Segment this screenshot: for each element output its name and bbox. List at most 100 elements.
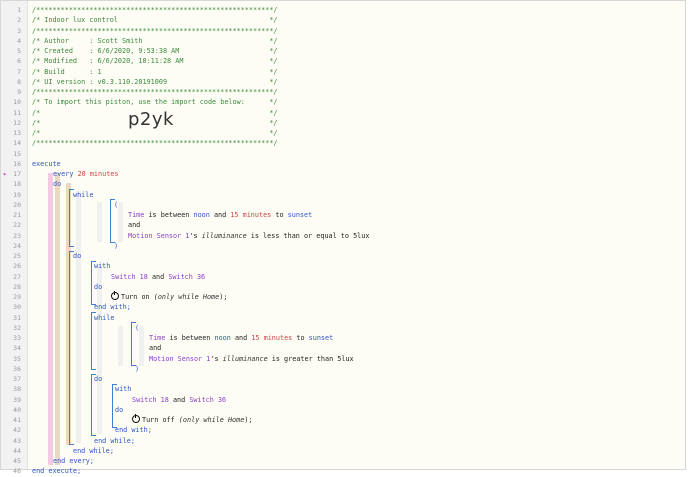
- and-word: and: [172, 395, 186, 404]
- line-number: 43: [13, 436, 21, 445]
- line-number: 41: [13, 416, 21, 424]
- attribute-name: illuminance: [222, 354, 268, 363]
- and-operator: and: [128, 221, 141, 230]
- line-number: 15: [13, 149, 21, 158]
- line-number: 37: [13, 375, 21, 383]
- with-line[interactable]: with: [32, 384, 685, 394]
- line-number: 27: [13, 272, 21, 281]
- line-number: 18: [13, 180, 21, 189]
- while-line[interactable]: while: [32, 313, 685, 323]
- do-line[interactable]: do: [32, 251, 685, 261]
- only-while: (only while: [153, 293, 199, 301]
- execute-line[interactable]: execute: [32, 159, 685, 169]
- offset-unit: minutes: [263, 334, 293, 342]
- line-number: 4: [17, 36, 21, 45]
- line-number: 40: [13, 405, 21, 414]
- device-list[interactable]: Switch 18 and Switch 36: [32, 272, 685, 282]
- breakpoint-marker-icon[interactable]: ▸: [3, 169, 7, 179]
- while-keyword: while: [73, 190, 94, 199]
- line-number: 38: [13, 385, 21, 394]
- piston-editor: 1 2 3 4 5 6 7 8 9 10 11 12 13 14 15 16 ▸ 17 18 19 20 21 22 23 24…: [0, 0, 686, 475]
- with-line[interactable]: with: [32, 261, 685, 271]
- open-paren-line: (: [32, 323, 685, 333]
- open-paren: (: [114, 200, 119, 209]
- line-number: 16: [13, 159, 21, 168]
- device-list[interactable]: Switch 18 and Switch 36: [32, 395, 685, 405]
- comparison: is between: [169, 334, 211, 342]
- noon-value: noon: [214, 334, 231, 342]
- device-switch-18: Switch 18: [132, 395, 169, 404]
- comment-line: /* Indoor lux control */: [32, 16, 278, 25]
- sunset-value: sunset: [287, 211, 313, 219]
- condition-lux[interactable]: Motion Sensor 1's illuminance is less th…: [32, 231, 685, 241]
- to-word: to: [296, 334, 305, 342]
- end-with-line[interactable]: end with;: [32, 302, 685, 312]
- close-paren: ): [114, 241, 119, 250]
- comment-line: /***************************************…: [32, 26, 278, 35]
- line-number: 24: [13, 241, 21, 250]
- comment-line: /***************************************…: [32, 6, 278, 14]
- line-number: 6: [17, 57, 21, 66]
- offset-value: 15: [251, 334, 260, 342]
- end-while-keyword: end while;: [73, 446, 114, 455]
- line-number: 11: [13, 108, 21, 117]
- every-keyword: every: [53, 170, 74, 178]
- while-line[interactable]: while: [32, 190, 685, 200]
- comment-line: /* UI version : v0.3.110.20191009 */: [32, 77, 278, 86]
- line-number: 30: [13, 303, 21, 312]
- line-number: 42: [13, 426, 21, 435]
- with-keyword: with: [94, 262, 111, 271]
- line-number: 36: [13, 364, 21, 373]
- line-number-gutter: 1 2 3 4 5 6 7 8 9 10 11 12 13 14 15 16 ▸ 17 18 19 20 21 22 23 24…: [1, 1, 28, 475]
- comment-line: /* To import this piston, use the import…: [32, 98, 278, 107]
- comment-line: /* Created : 6/6/2020, 9:53:38 AM */: [32, 47, 278, 55]
- do-line[interactable]: do: [32, 405, 685, 415]
- and-operator: and: [149, 344, 162, 353]
- terminator: );: [244, 416, 253, 424]
- device-switch-36: Switch 36: [189, 395, 227, 404]
- end-execute-line[interactable]: end execute;: [32, 466, 685, 476]
- turn-off-command[interactable]: Turn off (only while Home);: [32, 414, 685, 425]
- mode-name: Home: [202, 293, 220, 301]
- line-number: 32: [13, 323, 21, 332]
- end-with-line[interactable]: end with;: [32, 425, 685, 435]
- lux-value: 5lux: [337, 354, 354, 363]
- and-line[interactable]: and: [32, 343, 685, 353]
- line-number: 1: [17, 6, 21, 14]
- while-keyword: while: [94, 313, 115, 322]
- possessive: 's: [189, 231, 198, 240]
- sunset-value: sunset: [308, 334, 334, 342]
- end-while-line[interactable]: end while;: [32, 446, 685, 456]
- offset-value: 15: [230, 211, 239, 219]
- condition-lux[interactable]: Motion Sensor 1's illuminance is greater…: [32, 354, 685, 364]
- end-with-keyword: end with;: [94, 303, 131, 312]
- close-paren-line: ): [32, 241, 685, 251]
- every-line[interactable]: every 20 minutes: [32, 169, 685, 179]
- device-switch-36: Switch 36: [168, 272, 206, 281]
- turn-on-command[interactable]: Turn on (only while Home);: [32, 291, 685, 302]
- device-name: Motion Sensor 1: [128, 231, 190, 240]
- and-line[interactable]: and: [32, 220, 685, 230]
- do-line[interactable]: do: [32, 374, 685, 384]
- line-number: 3: [17, 26, 21, 35]
- line-numbers: 1 2 3 4 5 6 7 8 9 10 11 12 13 14 15 16 ▸ 17 18 19 20 21 22 23 24…: [1, 5, 23, 477]
- line-number: 23: [13, 231, 21, 240]
- condition-time[interactable]: Time is between noon and 15 minutes to s…: [32, 210, 685, 220]
- open-paren-line: (: [32, 200, 685, 210]
- line-number: 10: [13, 98, 21, 107]
- command-label: Turn off: [142, 416, 175, 424]
- offset-unit: minutes: [242, 211, 272, 219]
- do-line[interactable]: do: [32, 282, 685, 292]
- end-while-line[interactable]: end while;: [32, 436, 685, 446]
- do-line[interactable]: do: [32, 179, 685, 189]
- time-variable: Time: [149, 334, 166, 342]
- end-every-line[interactable]: end every;: [32, 456, 685, 466]
- end-execute-keyword: end execute;: [32, 467, 82, 476]
- noon-value: noon: [193, 211, 210, 219]
- comment-line: /* Author : Scott Smith */: [32, 36, 278, 45]
- do-keyword: do: [94, 375, 103, 383]
- condition-time[interactable]: Time is between noon and 15 minutes to s…: [32, 333, 685, 343]
- line-number: 46: [13, 467, 21, 476]
- comparison: is greater than: [271, 354, 334, 363]
